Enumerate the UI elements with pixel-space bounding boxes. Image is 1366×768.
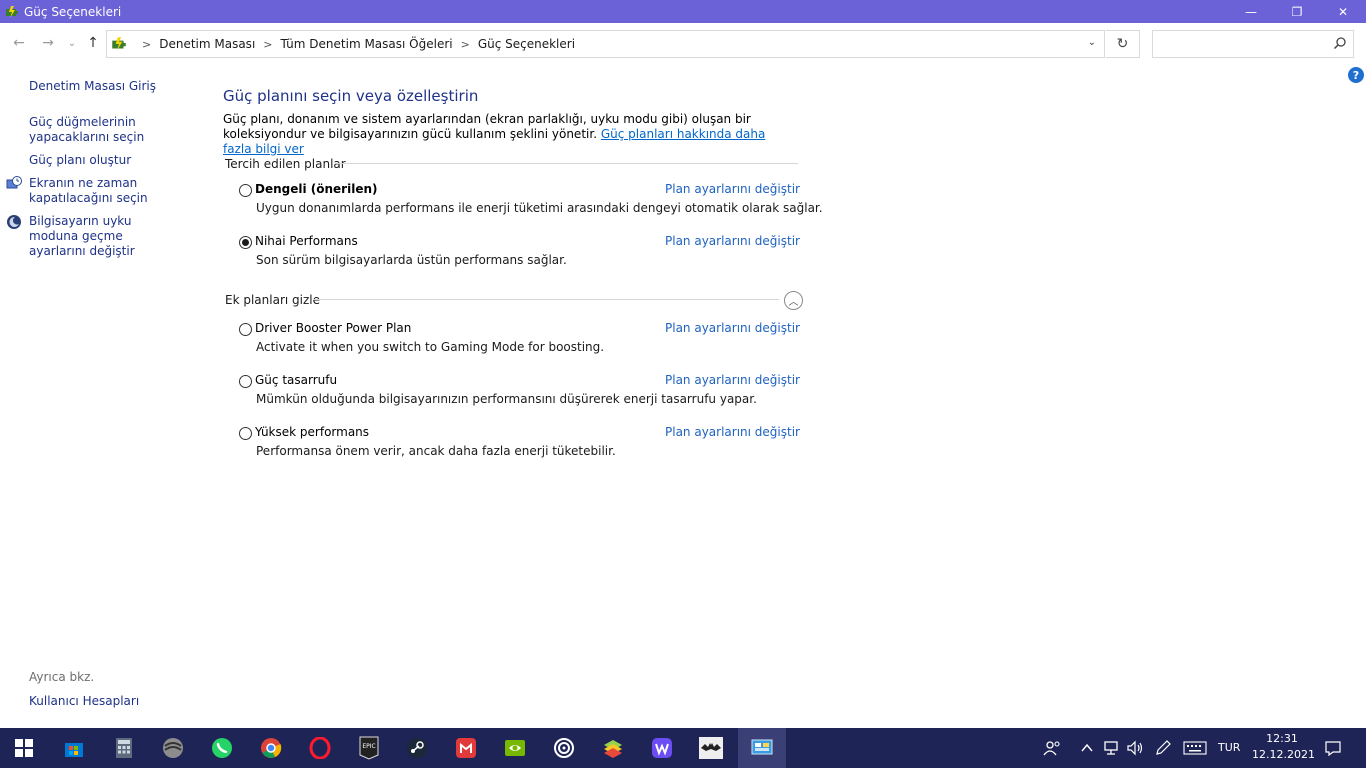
plan-driver-booster: Driver Booster Power Plan Plan ayarların… — [239, 321, 800, 361]
plan-description: Uygun donanımlarda performans ile enerji… — [256, 201, 823, 215]
svg-text:EPIC: EPIC — [362, 743, 375, 750]
wallpaper-app-icon[interactable] — [650, 736, 674, 760]
recent-locations-button[interactable]: ⌄ — [62, 33, 82, 53]
chevron-up-icon[interactable] — [1075, 736, 1099, 760]
back-button[interactable]: ← — [9, 33, 29, 53]
taskbar: EPIC TUR 12:31 12.12.2021 — [0, 728, 1366, 768]
change-plan-settings-link[interactable]: Plan ayarlarını değiştir — [665, 321, 800, 335]
window-title: Güç Seçenekleri — [24, 4, 122, 19]
steam-icon[interactable] — [405, 736, 429, 760]
chevron-up-icon[interactable]: ︿ — [784, 291, 803, 310]
plan-name[interactable]: Driver Booster Power Plan — [255, 321, 411, 335]
change-plan-settings-link[interactable]: Plan ayarlarını değiştir — [665, 373, 800, 387]
moon-icon — [6, 214, 22, 230]
control-panel-icon[interactable] — [750, 736, 774, 760]
plan-name[interactable]: Dengeli (önerilen) — [255, 182, 378, 196]
power-options-icon — [4, 4, 20, 20]
sidebar-item-create-plan[interactable]: Güç planı oluştur — [29, 153, 189, 168]
search-box[interactable] — [1152, 30, 1354, 58]
preferred-plans-header: Tercih edilen planlar — [225, 157, 346, 171]
extra-plans-header[interactable]: Ek planları gizle — [225, 293, 320, 307]
windows-start-icon[interactable] — [12, 736, 36, 760]
plan-radio[interactable] — [239, 375, 252, 388]
clock-date: 12.12.2021 — [1252, 748, 1315, 761]
plan-ultimate-performance: Nihai Performans Plan ayarlarını değişti… — [239, 234, 800, 274]
clock[interactable]: 12:31 12.12.2021 — [1252, 731, 1315, 763]
monitor-clock-icon — [6, 176, 22, 192]
navigation-bar: ← → ⌄ ↑ > Denetim Masası > Tüm Denetim M… — [0, 23, 1366, 63]
breadcrumb-separator: > — [263, 37, 273, 51]
search-icon[interactable] — [1333, 36, 1347, 53]
change-plan-settings-link[interactable]: Plan ayarlarını değiştir — [665, 425, 800, 439]
breadcrumb-separator: > — [460, 37, 470, 51]
notification-icon[interactable] — [1321, 736, 1345, 760]
title-bar: Güç Seçenekleri — ❐ ✕ — [0, 0, 1366, 23]
opera-icon[interactable] — [308, 736, 332, 760]
people-icon[interactable] — [1040, 736, 1064, 760]
plan-name[interactable]: Güç tasarrufu — [255, 373, 337, 387]
sidebar: Denetim Masası Giriş Güç düğmelerinin ya… — [0, 63, 200, 728]
breadcrumb-separator: > — [142, 37, 152, 51]
calculator-icon[interactable] — [112, 736, 136, 760]
pen-icon[interactable] — [1151, 736, 1175, 760]
help-icon[interactable]: ? — [1348, 67, 1364, 83]
plan-radio[interactable] — [239, 427, 252, 440]
microsoft-store-icon[interactable] — [62, 736, 86, 760]
plan-description: Mümkün olduğunda bilgisayarınızın perfor… — [256, 392, 757, 406]
batman-app-icon[interactable] — [699, 736, 723, 760]
change-plan-settings-link[interactable]: Plan ayarlarını değiştir — [665, 234, 800, 248]
change-plan-settings-link[interactable]: Plan ayarlarını değiştir — [665, 182, 800, 196]
power-options-icon — [110, 35, 128, 53]
chrome-icon[interactable] — [259, 736, 283, 760]
sidebar-item-control-panel-home[interactable]: Denetim Masası Giriş — [29, 79, 189, 94]
page-title: Güç planını seçin veya özelleştirin — [223, 87, 479, 105]
sidebar-item-power-buttons[interactable]: Güç düğmelerinin yapacaklarını seçin — [29, 115, 149, 145]
plan-name[interactable]: Nihai Performans — [255, 234, 358, 248]
maximize-button[interactable]: ❐ — [1274, 0, 1320, 23]
close-button[interactable]: ✕ — [1320, 0, 1366, 23]
chevron-down-icon[interactable]: ⌄ — [1088, 37, 1096, 48]
epic-games-icon[interactable]: EPIC — [357, 736, 381, 760]
ubisoft-icon[interactable] — [552, 736, 576, 760]
breadcrumb-all-items[interactable]: Tüm Denetim Masası Öğeleri — [281, 37, 453, 51]
plan-description: Son sürüm bilgisayarlarda üstün performa… — [256, 253, 567, 267]
minimize-button[interactable]: — — [1228, 0, 1274, 23]
clock-time: 12:31 — [1266, 732, 1298, 745]
bluestacks-icon[interactable] — [601, 736, 625, 760]
user-accounts-link[interactable]: Kullanıcı Hesapları — [29, 694, 139, 708]
volume-icon[interactable] — [1123, 736, 1147, 760]
plan-name[interactable]: Yüksek performans — [255, 425, 369, 439]
sidebar-item-display-off[interactable]: Ekranın ne zaman kapatılacağını seçin — [29, 176, 159, 206]
plan-high-performance: Yüksek performans Plan ayarlarını değişt… — [239, 425, 800, 465]
plan-description: Activate it when you switch to Gaming Mo… — [256, 340, 605, 354]
input-language[interactable]: TUR — [1218, 741, 1240, 754]
forward-button[interactable]: → — [38, 33, 58, 53]
plan-balanced: Dengeli (önerilen) Plan ayarlarını değiş… — [239, 182, 823, 222]
network-icon[interactable] — [1099, 736, 1123, 760]
page-description: Güç planı, donanım ve sistem ayarlarında… — [223, 112, 793, 157]
plan-power-saver: Güç tasarrufu Plan ayarlarını değiştir M… — [239, 373, 800, 413]
search-input[interactable] — [1153, 31, 1323, 57]
divider — [313, 299, 779, 300]
divider — [335, 163, 798, 164]
see-also-label: Ayrıca bkz. — [29, 670, 95, 684]
plan-radio[interactable] — [239, 323, 252, 336]
up-button[interactable]: ↑ — [83, 33, 103, 53]
plan-description: Performansa önem verir, ancak daha fazla… — [256, 444, 616, 458]
breadcrumb-power-options[interactable]: Güç Seçenekleri — [478, 37, 575, 51]
nvidia-icon[interactable] — [503, 736, 527, 760]
sidebar-item-sleep-settings[interactable]: Bilgisayarın uyku moduna geçme ayarların… — [29, 214, 179, 259]
address-bar[interactable]: > Denetim Masası > Tüm Denetim Masası Öğ… — [106, 30, 1105, 58]
refresh-button[interactable]: ↻ — [1106, 30, 1140, 58]
keyboard-icon[interactable] — [1182, 736, 1208, 760]
plan-radio[interactable] — [239, 184, 252, 197]
huawei-app-icon[interactable] — [454, 736, 478, 760]
pro-app-icon[interactable] — [161, 736, 185, 760]
plan-radio[interactable] — [239, 236, 252, 249]
breadcrumb-control-panel[interactable]: Denetim Masası — [159, 37, 255, 51]
whatsapp-icon[interactable] — [210, 736, 234, 760]
